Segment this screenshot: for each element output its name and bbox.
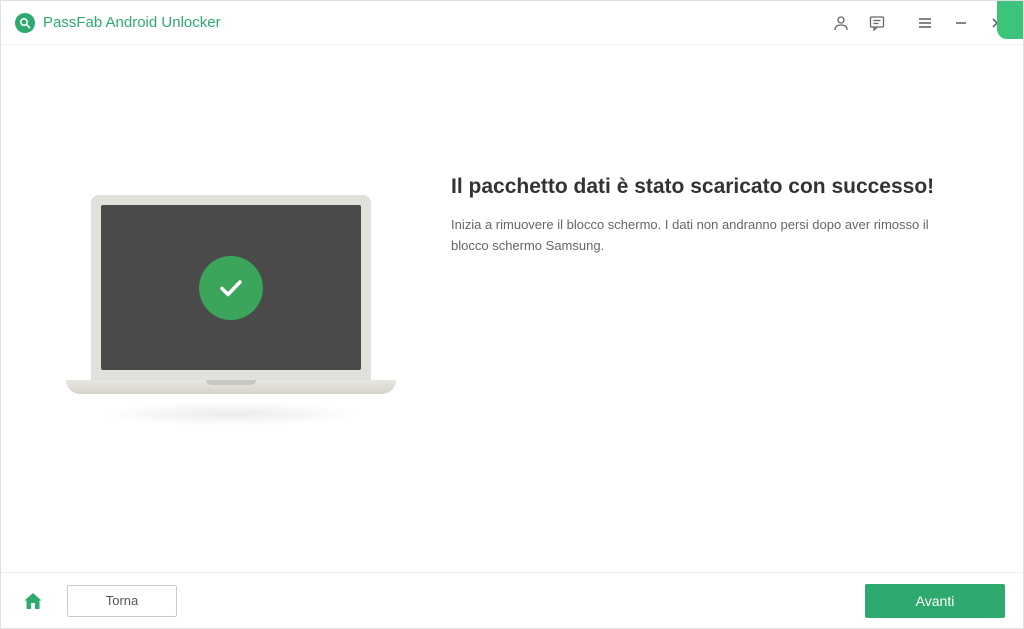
back-button[interactable]: Torna [67, 585, 177, 617]
main-content: Il pacchetto dati è stato scaricato con … [1, 45, 1023, 572]
titlebar-left: PassFab Android Unlocker [15, 13, 221, 33]
footer: Torna Avanti [1, 572, 1023, 628]
laptop-shadow [101, 402, 361, 426]
menu-icon[interactable] [907, 5, 943, 41]
minimize-button[interactable] [943, 5, 979, 41]
corner-badge [997, 1, 1023, 39]
text-content: Il pacchetto dati è stato scaricato con … [451, 165, 963, 257]
laptop-screen [101, 205, 361, 370]
laptop-notch [206, 380, 256, 385]
success-description: Inizia a rimuovere il blocco schermo. I … [451, 215, 963, 257]
next-button[interactable]: Avanti [865, 584, 1005, 618]
laptop-bezel [91, 195, 371, 380]
home-button[interactable] [19, 587, 47, 615]
success-checkmark-icon [199, 256, 263, 320]
titlebar-controls [823, 5, 1015, 41]
laptop-base [66, 380, 396, 394]
titlebar: PassFab Android Unlocker [1, 1, 1023, 45]
app-title: PassFab Android Unlocker [43, 14, 221, 31]
account-icon[interactable] [823, 5, 859, 41]
app-logo-icon [15, 13, 35, 33]
back-button-label: Torna [106, 593, 139, 608]
feedback-icon[interactable] [859, 5, 895, 41]
success-heading: Il pacchetto dati è stato scaricato con … [451, 175, 963, 199]
app-window: PassFab Android Unlocker [0, 0, 1024, 629]
footer-left: Torna [19, 585, 177, 617]
laptop-illustration [61, 195, 401, 426]
next-button-label: Avanti [916, 593, 955, 609]
